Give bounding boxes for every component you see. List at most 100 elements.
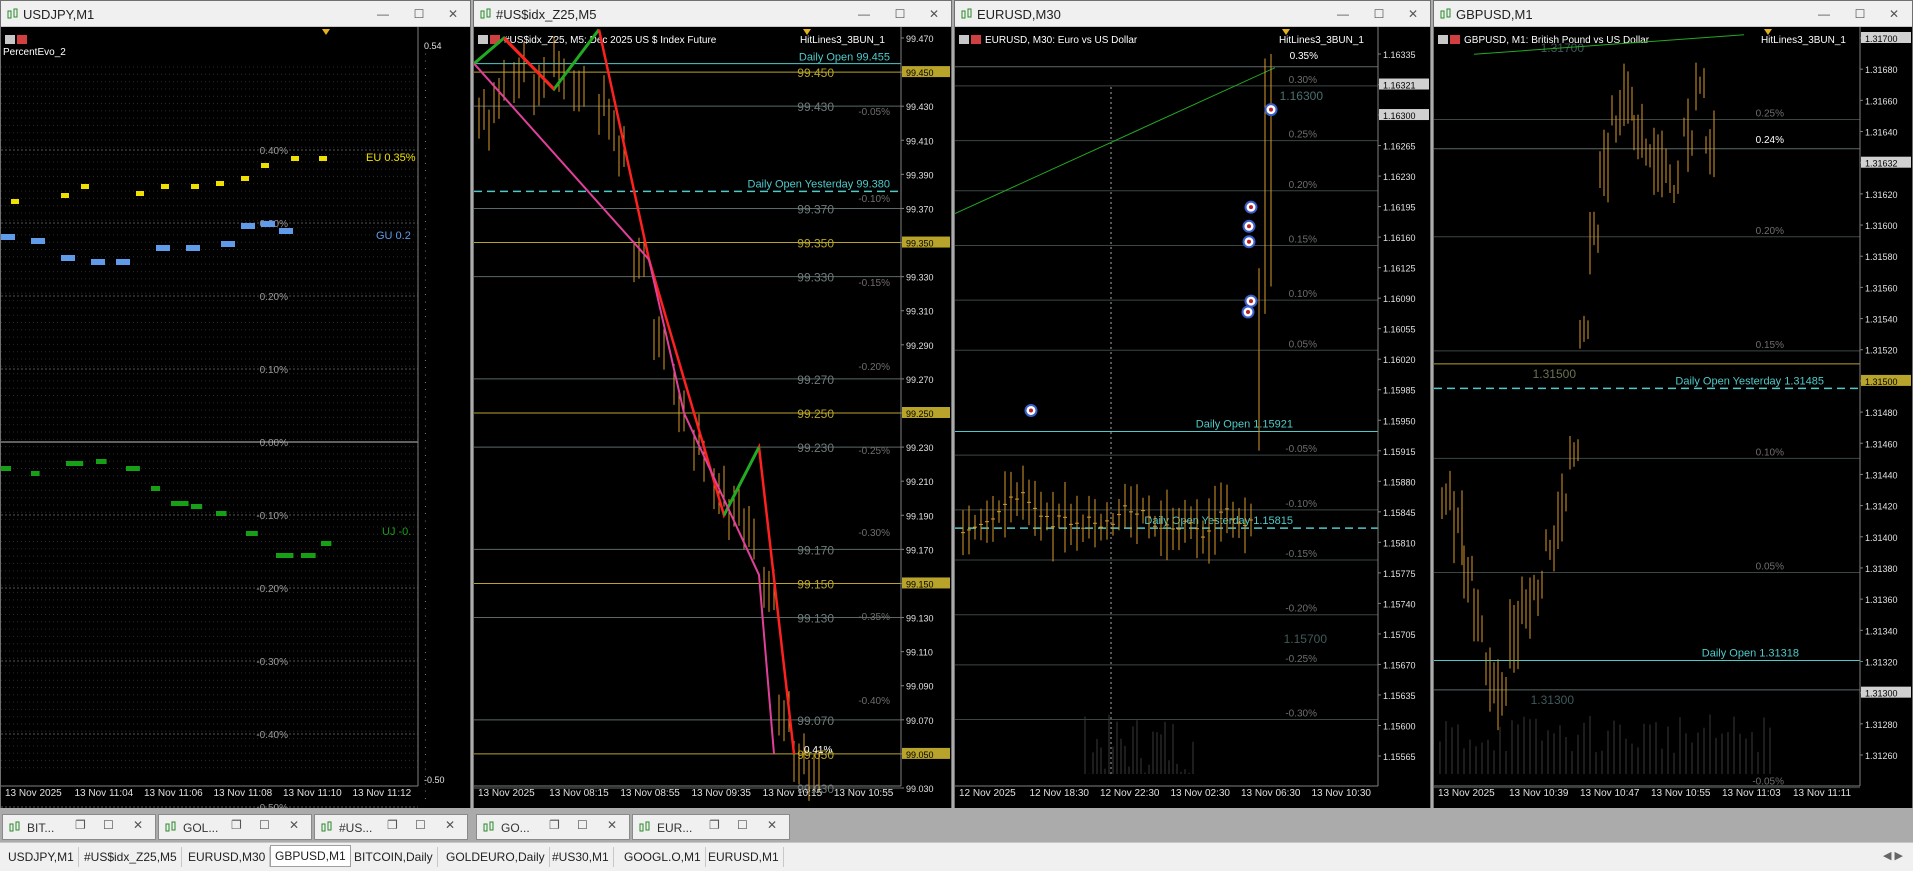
price-label: 1.31540 <box>1865 315 1898 325</box>
minimized-window[interactable]: #US... ❐ ☐ ✕ <box>314 814 468 840</box>
chart-icon <box>639 821 650 832</box>
close-button[interactable]: ✕ <box>1403 5 1423 23</box>
chart-tab[interactable]: GOLDEURO,Daily <box>442 847 550 867</box>
chart-window-usdjpy[interactable]: USDJPY,M1 — ☐ ✕ PercentEvo_20.40%0.30%0.… <box>0 0 471 808</box>
chart-tab[interactable]: BITCOIN,Daily <box>350 847 438 867</box>
close-button[interactable]: ✕ <box>289 818 299 832</box>
time-label: 13 Nov 2025 <box>5 788 62 799</box>
percent-label: -0.05% <box>858 107 890 118</box>
window-title: GBPUSD,M1 <box>1456 7 1533 22</box>
close-button[interactable]: ✕ <box>133 818 143 832</box>
price-label: 99.190 <box>906 511 934 521</box>
window-titlebar[interactable]: EURUSD,M30 — ☐ ✕ <box>955 1 1430 27</box>
chart-tab[interactable]: EURUSD,M30 <box>184 847 271 867</box>
price-label: 99.130 <box>906 614 934 624</box>
close-button[interactable]: ✕ <box>924 5 944 23</box>
chart-window-usdidx[interactable]: #US$idx_Z25,M5 — ☐ ✕ #US$idx_Z25, M5: De… <box>473 0 952 808</box>
price-label: 99.150 <box>906 579 934 589</box>
maximize-button[interactable]: ☐ <box>1850 5 1870 23</box>
price-label: 99.030 <box>906 784 934 794</box>
time-label: 12 Nov 18:30 <box>1030 788 1090 799</box>
daily-open-label: Daily Open 1.31318 <box>1702 647 1799 659</box>
uj-mark <box>151 486 161 491</box>
close-button[interactable]: ✕ <box>1884 5 1904 23</box>
time-label: 13 Nov 11:06 <box>144 788 203 799</box>
time-label: 13 Nov 2025 <box>478 788 535 799</box>
close-button[interactable]: ✕ <box>445 818 455 832</box>
trade-marker-dot <box>1247 224 1251 229</box>
minimize-button[interactable]: — <box>1814 5 1834 23</box>
price-label: 99.110 <box>906 648 933 658</box>
uj-mark <box>31 471 40 476</box>
minimized-window[interactable]: GOL... ❐ ☐ ✕ <box>158 814 312 840</box>
chart-window-gbpusd[interactable]: GBPUSD,M1 — ☐ ✕ GBPUSD, M1: British Poun… <box>1433 0 1913 808</box>
percent-label: 0.10% <box>260 365 288 376</box>
price-label: 1.31280 <box>1865 720 1898 730</box>
level-label: 99.430 <box>797 100 834 114</box>
price-label: 1.16335 <box>1383 50 1416 60</box>
chart-tab-active[interactable]: GBPUSD,M1 <box>270 845 351 867</box>
percent-label: -0.20% <box>1285 604 1317 615</box>
minimized-window-title: #US... <box>339 821 373 835</box>
flag-icon <box>1438 35 1448 44</box>
price-label: 1.31360 <box>1865 595 1898 605</box>
maximize-button[interactable]: ☐ <box>409 5 429 23</box>
daily-open-yesterday-label: Daily Open Yesterday 1.31485 <box>1675 375 1824 387</box>
chart-area[interactable]: EURUSD, M30: Euro vs US Dollar HitLines3_… <box>955 27 1430 808</box>
chart-tab[interactable]: #US30,M1 <box>548 847 614 867</box>
maximize-button[interactable]: ☐ <box>1369 5 1389 23</box>
minimized-window[interactable]: BIT... ❐ ☐ ✕ <box>2 814 156 840</box>
minimize-button[interactable]: — <box>1333 5 1353 23</box>
restore-button[interactable]: ❐ <box>75 818 86 832</box>
indicator-name: HitLines3_3BUN_1 <box>800 35 885 46</box>
indicator-name: HitLines3_3BUN_1 <box>1279 35 1364 46</box>
maximize-button[interactable]: ☐ <box>890 5 910 23</box>
scale-bottom-label: -0.50 <box>424 775 445 785</box>
chart-tab[interactable]: #US$idx_Z25,M5 <box>80 847 182 867</box>
minimized-window[interactable]: EUR... ❐ ☐ ✕ <box>632 814 790 840</box>
price-label: 99.370 <box>906 204 934 214</box>
chart-area[interactable]: GBPUSD, M1: British Pound vs US Dollar Hi… <box>1434 27 1912 808</box>
chart-tab[interactable]: EURUSD,M1 <box>704 847 784 867</box>
price-label: 99.350 <box>906 239 934 249</box>
maximize-button[interactable]: ☐ <box>415 818 426 832</box>
flag-icon <box>17 35 27 44</box>
percent-label: 0.10% <box>1756 447 1784 458</box>
maximize-button[interactable]: ☐ <box>737 818 748 832</box>
close-button[interactable]: ✕ <box>607 818 617 832</box>
percent-label: -0.35% <box>858 612 890 623</box>
window-titlebar[interactable]: GBPUSD,M1 — ☐ ✕ <box>1434 1 1912 27</box>
minimized-window[interactable]: GO... ❐ ☐ ✕ <box>476 814 630 840</box>
price-label: 1.15565 <box>1383 752 1416 762</box>
chart-window-eurusd[interactable]: EURUSD,M30 — ☐ ✕ EURUSD, M30: Euro vs US… <box>954 0 1431 808</box>
tab-scroll-arrows-icon[interactable]: ◀ ▶ <box>1883 849 1903 862</box>
percent-label: -0.10% <box>1285 499 1317 510</box>
indicator-name: HitLines3_3BUN_1 <box>1761 35 1846 46</box>
level-label: 99.370 <box>797 202 834 216</box>
time-label: 13 Nov 06:30 <box>1241 788 1301 799</box>
window-titlebar[interactable]: USDJPY,M1 — ☐ ✕ <box>1 1 470 27</box>
close-button[interactable]: ✕ <box>767 818 777 832</box>
restore-button[interactable]: ❐ <box>709 818 720 832</box>
eu-mark <box>136 191 144 196</box>
time-label: 13 Nov 11:12 <box>353 788 412 799</box>
price-label: 1.15775 <box>1383 569 1416 579</box>
restore-button[interactable]: ❐ <box>549 818 560 832</box>
minimize-button[interactable]: — <box>854 5 874 23</box>
close-button[interactable]: ✕ <box>443 5 463 23</box>
percent-label: 0.00% <box>260 438 288 449</box>
chart-area[interactable]: #US$idx_Z25, M5: Dec 2025 US $ Index Fut… <box>474 27 951 808</box>
chart-area[interactable]: PercentEvo_20.40%0.30%0.20%0.10%0.00%-0.… <box>1 27 470 808</box>
restore-button[interactable]: ❐ <box>231 818 242 832</box>
gu-mark <box>261 221 275 227</box>
chart-tab[interactable]: USDJPY,M1 <box>4 847 79 867</box>
maximize-button[interactable]: ☐ <box>259 818 270 832</box>
chart-tab[interactable]: GOOGL.O,M1 <box>620 847 706 867</box>
daily-open-label: Daily Open 99.455 <box>799 52 890 64</box>
restore-button[interactable]: ❐ <box>387 818 398 832</box>
minimize-button[interactable]: — <box>373 5 393 23</box>
maximize-button[interactable]: ☐ <box>103 818 114 832</box>
price-label: 99.070 <box>906 716 934 726</box>
maximize-button[interactable]: ☐ <box>577 818 588 832</box>
window-titlebar[interactable]: #US$idx_Z25,M5 — ☐ ✕ <box>474 1 951 27</box>
